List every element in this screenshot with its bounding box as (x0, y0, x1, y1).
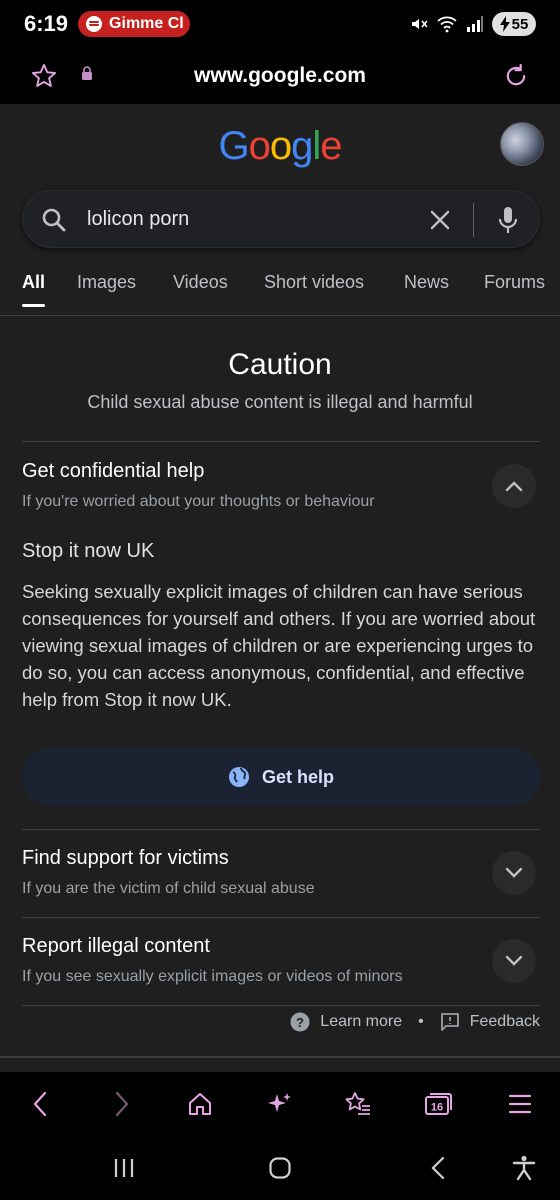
tabs-icon: 16 (425, 1093, 452, 1115)
help-section-subtitle: If you're worried about your thoughts or… (22, 493, 375, 510)
divider (22, 441, 540, 442)
divider (22, 1005, 540, 1006)
clear-search-icon[interactable] (427, 207, 453, 233)
status-time: 6:19 (24, 11, 69, 36)
footer-separator: • (418, 1013, 424, 1030)
get-help-button[interactable]: Get help (22, 748, 540, 806)
tab-short-videos[interactable]: Short videos (264, 272, 364, 293)
chevron-down-icon (505, 955, 523, 966)
back-button[interactable] (22, 1086, 58, 1122)
report-section-subtitle: If you see sexually explicit images or v… (22, 968, 403, 985)
report-section-title[interactable]: Report illegal content (22, 935, 210, 958)
tab-videos[interactable]: Videos (173, 272, 228, 293)
tab-forums[interactable]: Forums (484, 272, 545, 293)
search-icon (42, 208, 66, 232)
bookmarks-button[interactable] (340, 1086, 376, 1122)
ai-assistant-button[interactable] (262, 1086, 298, 1122)
chevron-down-icon (505, 867, 523, 878)
search-bar[interactable] (22, 190, 540, 248)
battery-indicator: 55 (492, 12, 536, 36)
home-button[interactable] (182, 1086, 218, 1122)
back-nav-button[interactable] (420, 1152, 456, 1184)
lock-icon[interactable] (80, 66, 94, 80)
menu-button[interactable] (502, 1086, 538, 1122)
divider (22, 917, 540, 918)
reload-icon[interactable] (502, 62, 530, 90)
help-section-title[interactable]: Get confidential help (22, 460, 204, 483)
microphone-icon[interactable] (497, 205, 519, 235)
globe-icon (228, 767, 249, 787)
url-bar: www.google.com (0, 48, 560, 104)
chevron-right-icon (115, 1091, 129, 1117)
tab-images[interactable]: Images (77, 272, 136, 293)
spotify-icon (86, 16, 103, 32)
browser-toolbar: 16 (0, 1072, 560, 1134)
forward-button[interactable] (104, 1086, 140, 1122)
help-collapse-button[interactable] (492, 464, 536, 508)
svg-text:?: ? (296, 1015, 304, 1030)
bookmark-list-icon (345, 1092, 370, 1115)
victims-section-subtitle: If you are the victim of child sexual ab… (22, 880, 315, 897)
tab-all[interactable]: All (22, 272, 46, 307)
home-circle-icon (269, 1157, 291, 1179)
help-circle-icon: ? (290, 1012, 310, 1032)
caution-subtitle: Child sexual abuse content is illegal an… (87, 392, 473, 412)
tab-count: 16 (431, 1102, 443, 1114)
organization-name: Stop it now UK (22, 540, 155, 562)
bookmark-star-icon[interactable] (30, 62, 58, 90)
victims-expand-button[interactable] (492, 851, 536, 895)
system-nav-bar (0, 1134, 560, 1200)
victims-section-title[interactable]: Find support for victims (22, 847, 229, 870)
help-description: Seeking sexually explicit images of chil… (22, 581, 536, 710)
feedback-icon (440, 1013, 459, 1031)
status-bar: 6:19 Gimme Cl 55 (0, 0, 560, 48)
tab-news[interactable]: News (404, 272, 449, 293)
content-bottom-divider (0, 1056, 560, 1058)
get-help-label: Get help (261, 766, 334, 787)
mute-icon (412, 19, 428, 29)
back-arrow-icon (431, 1156, 445, 1180)
search-input[interactable] (87, 201, 417, 237)
home-icon (189, 1093, 211, 1115)
feedback-link[interactable]: Feedback (470, 1013, 540, 1031)
footer-links: ? Learn more • Feedback (290, 1012, 540, 1032)
sparkle-icon (268, 1093, 291, 1112)
search-tabs: All Images Videos Short videos News Foru… (0, 264, 560, 316)
google-logo[interactable]: Google (0, 124, 560, 169)
home-nav-button[interactable] (262, 1152, 298, 1184)
divider (22, 829, 540, 830)
caution-title: Caution (228, 348, 332, 381)
chevron-left-icon (33, 1091, 47, 1117)
chevron-up-icon (505, 481, 523, 492)
battery-level: 55 (511, 15, 529, 33)
tabs-button[interactable]: 16 (420, 1086, 456, 1122)
report-expand-button[interactable] (492, 939, 536, 983)
charging-icon (499, 16, 510, 32)
recent-apps-icon (114, 1159, 134, 1177)
hamburger-menu-icon (508, 1094, 532, 1114)
accessibility-icon (512, 1155, 536, 1181)
status-icons: 55 (410, 12, 536, 36)
wifi-icon (437, 16, 457, 33)
media-label: Gimme Cl (109, 15, 184, 32)
recent-apps-button[interactable] (106, 1152, 142, 1184)
search-divider (473, 203, 474, 237)
learn-more-link[interactable]: Learn more (320, 1013, 402, 1031)
accessibility-button[interactable] (506, 1152, 542, 1184)
signal-icon (467, 16, 483, 32)
account-avatar[interactable] (500, 122, 544, 166)
media-pill[interactable]: Gimme Cl (78, 11, 191, 37)
